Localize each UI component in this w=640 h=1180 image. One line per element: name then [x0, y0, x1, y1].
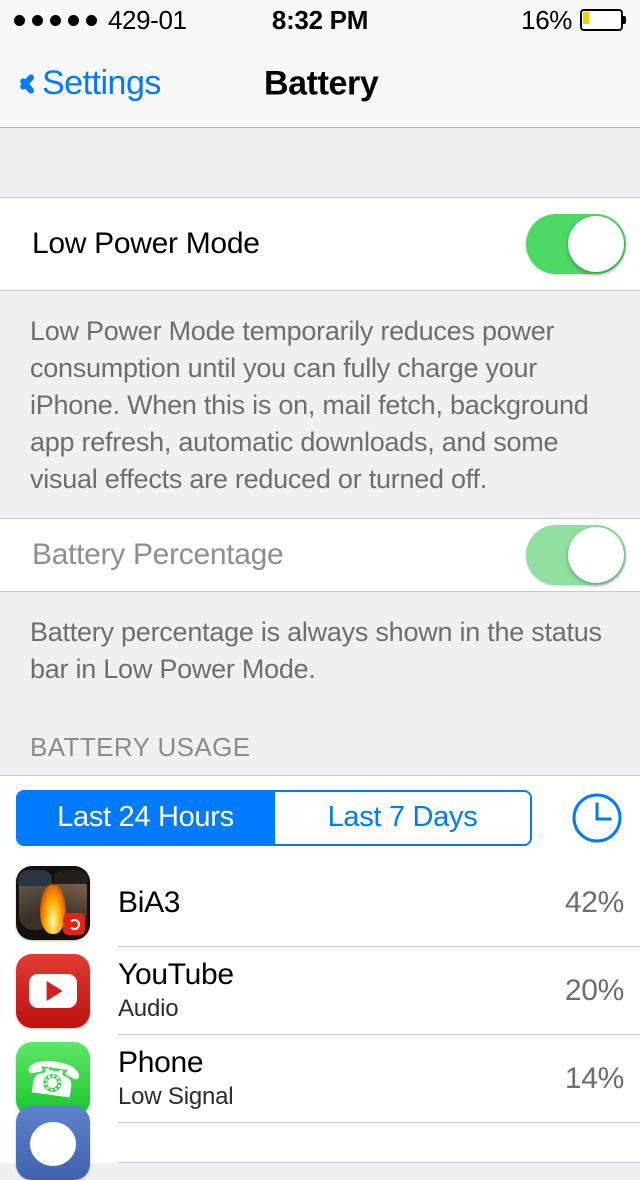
battery-usage-controls: Last 24 Hours Last 7 Days: [0, 775, 640, 859]
bia3-app-icon: [16, 866, 90, 940]
usage-row-text: Phone Low Signal: [118, 1046, 234, 1112]
carrier-label: 429-01: [108, 4, 187, 35]
app-name: BiA3: [118, 886, 181, 919]
chevron-left-icon: [16, 69, 34, 99]
page-title: Battery: [264, 64, 379, 102]
show-usage-time-button[interactable]: [570, 791, 624, 845]
signal-dot: [86, 14, 97, 26]
usage-row-text: YouTube Audio: [118, 958, 234, 1024]
play-triangle-icon: [46, 981, 63, 1001]
usage-row-youtube[interactable]: YouTube Audio 20%: [0, 947, 640, 1035]
app-battery-percent: 14%: [564, 1062, 624, 1095]
status-bar-left: 429-01: [14, 5, 187, 36]
segment-last-24-hours[interactable]: Last 24 Hours: [18, 791, 273, 844]
app-name: Phone: [118, 1046, 204, 1079]
low-power-mode-toggle[interactable]: [526, 214, 626, 274]
signal-dot: [50, 14, 61, 26]
app-usage-detail: Audio: [118, 995, 179, 1022]
app-usage-detail: Low Signal: [118, 1083, 234, 1110]
messenger-bubble-icon: [30, 1122, 76, 1167]
battery-percent-label: 16%: [521, 4, 572, 35]
app-battery-percent: 42%: [564, 886, 624, 919]
battery-fill: [583, 12, 589, 24]
back-button[interactable]: Settings: [0, 64, 161, 103]
battery-icon: [580, 9, 626, 31]
app-name: YouTube: [118, 958, 234, 991]
gameloft-badge-icon: [63, 913, 85, 935]
battery-percentage-note: Battery percentage is always shown in th…: [0, 592, 640, 708]
battery-percentage-label: Battery Percentage: [32, 538, 284, 571]
messenger-app-icon: [16, 1106, 90, 1180]
navigation-bar: Settings Battery: [0, 40, 640, 128]
battery-percentage-row[interactable]: Battery Percentage: [0, 518, 640, 592]
segment-last-7-days[interactable]: Last 7 Days: [273, 791, 530, 844]
status-bar: 429-01 8:32 PM 16%: [0, 0, 640, 40]
battery-usage-list: BiA3 42% YouTube Audio 20% ☎ Phone Low S…: [0, 859, 640, 1180]
low-power-mode-row[interactable]: Low Power Mode: [0, 198, 640, 290]
signal-dot: [14, 14, 25, 26]
clock-icon: [572, 793, 622, 842]
bia3-icon-hair: [54, 870, 88, 884]
usage-row-partial[interactable]: [0, 1106, 640, 1180]
usage-row-text: BiA3: [118, 886, 180, 920]
usage-row-phone[interactable]: ☎ Phone Low Signal 14%: [0, 1035, 640, 1123]
toggle-knob: [568, 216, 624, 272]
signal-dot: [32, 14, 43, 26]
app-battery-percent: 20%: [564, 974, 624, 1007]
signal-strength-dots: [14, 14, 97, 26]
low-power-mode-label: Low Power Mode: [32, 227, 260, 260]
bia3-icon-cap: [18, 870, 52, 886]
battery-percentage-toggle[interactable]: [526, 525, 626, 585]
status-bar-right: 16%: [521, 5, 626, 36]
top-spacer: [0, 128, 640, 198]
battery-nub: [623, 16, 626, 24]
usage-range-segmented-control[interactable]: Last 24 Hours Last 7 Days: [16, 789, 532, 846]
phone-app-icon: ☎: [16, 1042, 90, 1116]
battery-usage-header: BATTERY USAGE: [0, 708, 640, 775]
youtube-app-icon: [16, 954, 90, 1028]
back-button-label: Settings: [42, 64, 161, 102]
toggle-knob: [568, 527, 624, 583]
low-power-mode-note: Low Power Mode temporarily reduces power…: [0, 290, 640, 518]
usage-row-bia3[interactable]: BiA3 42%: [0, 859, 640, 947]
phone-handset-icon: ☎: [21, 1049, 85, 1109]
signal-dot: [68, 14, 79, 26]
status-bar-time: 8:32 PM: [271, 4, 369, 35]
